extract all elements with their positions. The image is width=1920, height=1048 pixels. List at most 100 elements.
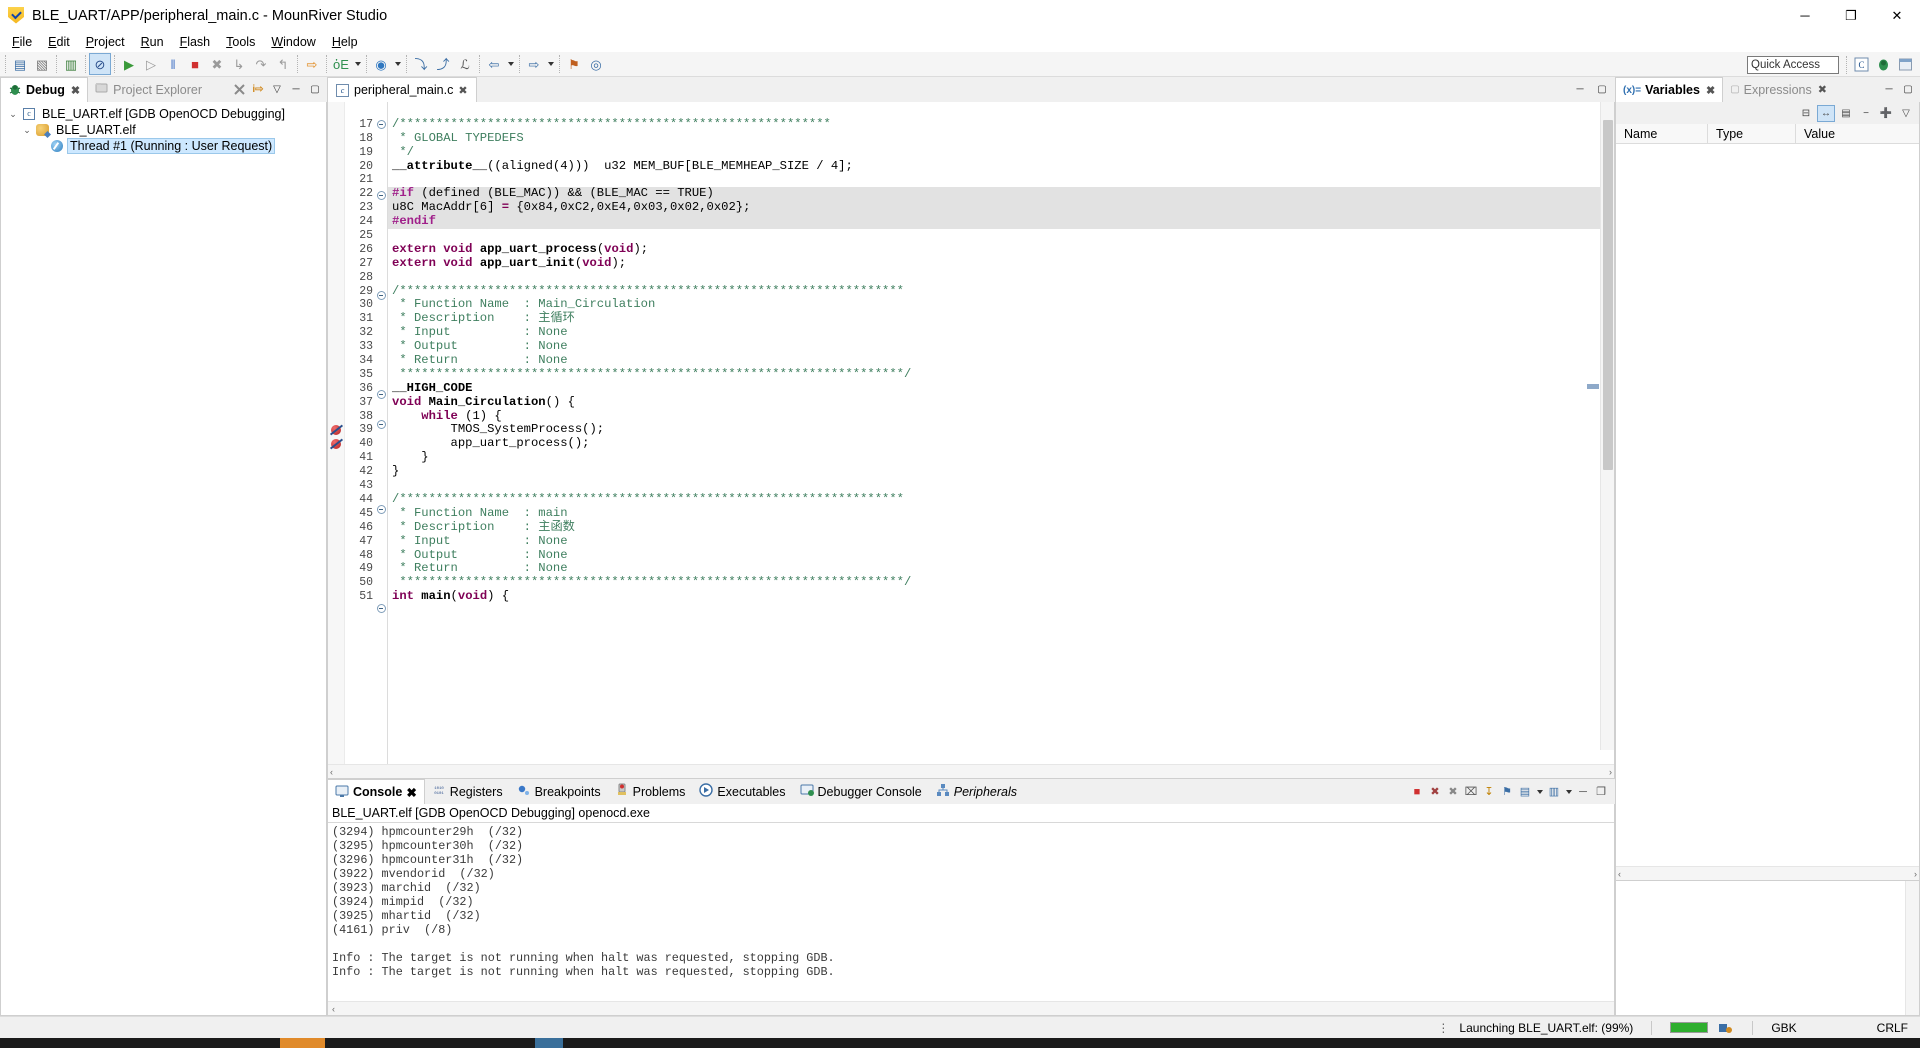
code-line[interactable]: * Return : None [388,353,1614,368]
console-horizontal-scrollbar[interactable]: ‹ [328,1001,1614,1015]
fold-toggle-icon[interactable] [375,419,387,434]
menu-window[interactable]: Window [263,32,323,52]
new-wizard-icon[interactable]: ▤ [9,53,31,75]
source-code[interactable]: /***************************************… [388,102,1614,764]
close-icon[interactable]: ✖ [1818,83,1827,96]
tab-console[interactable]: Console ✖ [327,779,425,804]
run-config-dropdown-arrow[interactable] [392,53,403,75]
code-line[interactable]: * Output : None [388,339,1614,354]
column-type[interactable]: Type [1708,124,1796,144]
menu-flash[interactable]: Flash [172,32,219,52]
quick-access-input[interactable]: Quick Access [1747,55,1839,74]
close-icon[interactable]: ✖ [458,84,467,97]
run-icon[interactable]: ▶ [118,53,140,75]
view-menu-icon[interactable]: ▽ [269,82,285,98]
encoding-label[interactable]: GBK [1771,1021,1796,1035]
code-line[interactable]: } [388,450,1614,465]
line-ending-label[interactable]: CRLF [1877,1021,1908,1035]
step-over-icon[interactable]: ↷ [250,53,272,75]
new-expression-icon[interactable]: ➕ [1877,105,1895,122]
tab-debugger-console[interactable]: Debugger Console [793,779,929,804]
tab-project-explorer[interactable]: Project Explorer [88,77,209,102]
code-line[interactable] [388,479,1614,493]
display-selected-console-icon[interactable]: ▤ [1517,784,1533,800]
tree-item[interactable]: ⌄ BLE_UART.elf [1,122,326,138]
tab-variables[interactable]: (x)= Variables ✖ [1615,77,1724,102]
code-line[interactable]: app_uart_process(); [388,436,1614,451]
show-type-names-icon[interactable]: ↔ [1817,104,1835,122]
disconnect-icon[interactable]: ✖ [206,53,228,75]
perspective-open-icon[interactable] [1894,54,1916,76]
breakpoint-ruler[interactable] [328,102,345,764]
save-icon[interactable]: ▧ [31,53,53,75]
back-dropdown-arrow[interactable] [505,53,516,75]
maximize-icon[interactable]: ▢ [1900,82,1916,98]
fold-toggle-icon[interactable] [375,604,387,618]
console-output[interactable]: (3294) hpmcounter29h (/32) (3295) hpmcou… [328,823,1614,1001]
display-selected-console-dropdown-arrow[interactable] [1535,781,1544,803]
maximize-icon[interactable]: ▢ [307,82,323,98]
code-line[interactable]: * Input : None [388,534,1614,549]
save-all-icon[interactable]: ▥ [60,53,82,75]
menu-tools[interactable]: Tools [218,32,263,52]
next-annotation-icon[interactable]: ⤵ [410,53,432,75]
debug-icon[interactable]: ὁE [330,53,352,75]
view-menu-icon[interactable]: ▽ [1897,105,1915,122]
code-line[interactable]: * Return : None [388,561,1614,576]
editor-vertical-scrollbar[interactable] [1600,102,1614,750]
scroll-left-arrow[interactable]: ‹ [1618,869,1621,879]
close-button[interactable]: ✕ [1874,0,1920,32]
show-logical-structure-icon[interactable]: ▤ [1837,105,1855,122]
code-line[interactable]: extern void app_uart_process(void); [388,242,1614,257]
code-line[interactable]: #endif [388,214,1614,230]
step-into-selection-icon[interactable]: i⇨ [250,82,266,98]
collapse-icon[interactable]: − [1857,105,1875,122]
tab-peripheral-main-c[interactable]: c peripheral_main.c ✖ [327,77,477,102]
remove-all-launches-icon[interactable]: ✖ [1445,784,1461,800]
minimize-editor-icon[interactable]: ─ [1572,82,1588,98]
variables-rows[interactable] [1616,144,1919,866]
collapse-all-icon[interactable]: ⊟ [1797,105,1815,122]
code-line[interactable]: u8C MacAddr[6] = {0x84,0xC2,0xE4,0x03,0x… [388,200,1614,216]
run-config-icon[interactable]: ◉ [370,53,392,75]
fold-toggle-icon[interactable] [375,290,387,305]
close-icon[interactable]: ✖ [1706,84,1715,97]
code-line[interactable]: * Function Name : main [388,506,1614,521]
code-line[interactable]: /***************************************… [388,492,1614,507]
code-line[interactable]: * Description : 主函数 [388,520,1614,535]
network-icon[interactable] [1718,1021,1734,1035]
previous-annotation-icon[interactable]: ⤴ [432,53,454,75]
minimize-icon[interactable]: ─ [288,82,304,98]
fold-toggle-icon[interactable] [375,389,387,404]
code-line[interactable] [388,104,1614,118]
tab-breakpoints[interactable]: Breakpoints [510,779,608,804]
code-line[interactable]: * Input : None [388,325,1614,340]
perspective-debug-icon[interactable] [1872,54,1894,76]
code-line[interactable] [388,271,1614,285]
code-line[interactable]: * Description : 主循环 [388,311,1614,326]
close-icon[interactable]: ✖ [406,785,416,800]
code-line[interactable]: #if (defined (BLE_MAC)) && (BLE_MAC == T… [388,186,1614,202]
menu-run[interactable]: Run [133,32,172,52]
breakpoint-disabled-icon[interactable] [329,424,344,437]
pin-icon[interactable]: ⚑ [563,53,585,75]
code-line[interactable] [388,173,1614,187]
editor-horizontal-scrollbar[interactable]: ‹ › [328,764,1614,778]
clear-console-icon[interactable]: ⌧ [1463,784,1479,800]
code-line[interactable]: int main(void) { [388,589,1614,604]
resume-icon[interactable]: ▷ [140,53,162,75]
code-line[interactable]: /***************************************… [388,117,1614,132]
step-return-icon[interactable]: ↰ [272,53,294,75]
code-line[interactable]: * GLOBAL TYPEDEFS [388,131,1614,146]
code-line[interactable]: ****************************************… [388,367,1614,382]
scroll-right-arrow[interactable]: › [1914,869,1917,879]
variables-horizontal-scrollbar[interactable]: ‹ › [1616,866,1919,880]
open-console-dropdown-arrow[interactable] [1564,781,1573,803]
minimize-icon[interactable]: ─ [1881,82,1897,98]
fold-toggle-icon[interactable] [375,119,387,134]
code-area[interactable]: 17 18 19 20 21 22 23 24 25 26 27 28 29 30 31 32 33 34 35 36… [328,102,1614,764]
close-icon[interactable]: ✖ [71,84,80,97]
breakpoint-disabled-icon[interactable] [329,438,344,451]
code-line[interactable]: ****************************************… [388,575,1614,590]
variable-detail-pane[interactable] [1616,880,1919,1015]
